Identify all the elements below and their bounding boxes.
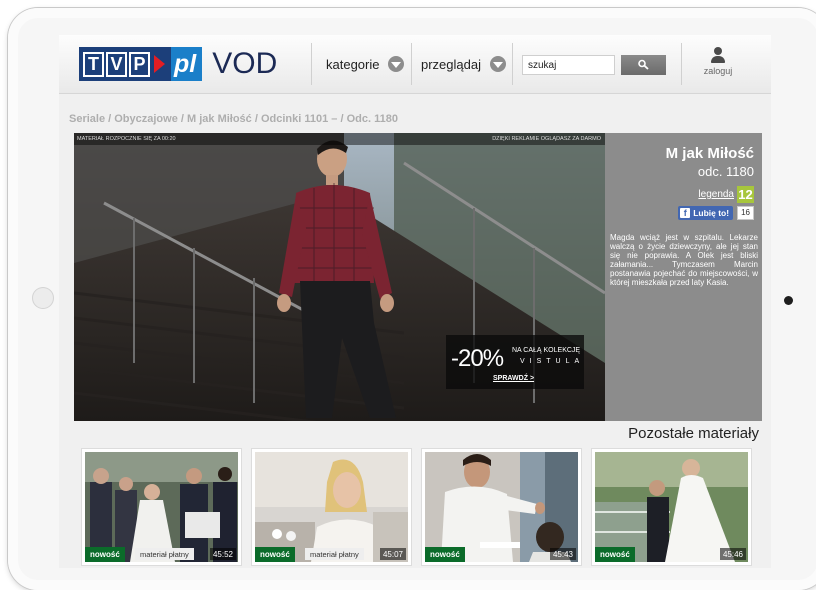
material-card[interactable]: nowość 45:46 <box>591 448 752 566</box>
facebook-like: f Lubię to! 16 <box>678 206 754 220</box>
like-count: 16 <box>737 206 754 220</box>
camera-dot <box>784 296 793 305</box>
duration-label: 45:43 <box>549 548 576 560</box>
ad-banner[interactable]: -20% NA CAŁĄ KOLEKCJĘ VISTULA SPRAWDŹ > <box>446 335 584 389</box>
episode-description: Magda wciąż jest w szpitalu. Lekarze wal… <box>610 233 758 287</box>
nav-categories-label: kategorie <box>326 56 380 72</box>
facebook-icon: f <box>680 208 691 218</box>
duration-label: 45:07 <box>379 548 406 560</box>
ad-cta-link[interactable]: SPRAWDŹ > <box>493 375 534 382</box>
new-badge: nowość <box>255 547 295 562</box>
nav-categories[interactable]: kategorie <box>326 35 405 93</box>
ad-discount: -20% <box>451 345 504 372</box>
legend-link[interactable]: legenda <box>698 189 734 200</box>
new-badge: nowość <box>85 547 125 562</box>
tvp-vod-logo[interactable]: T V P pl VOD <box>79 45 277 83</box>
logo-letter-p: P <box>129 51 150 77</box>
top-bar: T V P pl VOD kategorie przeglądaj szukaj… <box>59 35 771 94</box>
chevron-down-icon <box>490 56 506 72</box>
login-label: zaloguj <box>703 66 733 76</box>
search-icon <box>637 59 649 70</box>
age-rating-badge: 12 <box>737 186 754 203</box>
search-button[interactable] <box>621 55 666 75</box>
material-card[interactable]: nowość materiał płatny 45:52 <box>81 448 242 566</box>
user-icon-body <box>711 56 725 63</box>
logo-letter-v: V <box>106 51 127 77</box>
facebook-like-button[interactable]: f Lubię to! <box>678 206 734 220</box>
nav-browse[interactable]: przeglądaj <box>421 35 506 93</box>
logo-tvp: T V P <box>79 47 171 81</box>
material-thumbnail: nowość 45:46 <box>595 452 748 562</box>
logo-vod: VOD <box>212 47 278 80</box>
ad-headline: NA CAŁĄ KOLEKCJĘ <box>512 347 581 354</box>
material-thumbnail: nowość materiał płatny 45:52 <box>85 452 238 562</box>
ad-countdown: MATERIAŁ ROZPOCZNIE SIĘ ZA 00:20 <box>77 136 176 142</box>
nav-divider <box>681 43 682 85</box>
episode-title: M jak Miłość <box>665 145 754 162</box>
nav-browse-label: przeglądaj <box>421 56 481 72</box>
search-input[interactable] <box>522 55 615 75</box>
paid-badge: materiał płatny <box>135 548 194 560</box>
play-icon <box>154 55 165 73</box>
logo-pl: pl <box>171 47 203 81</box>
material-card[interactable]: nowość 45:43 <box>421 448 582 566</box>
nav-divider <box>512 43 513 85</box>
paid-badge: materiał płatny <box>305 548 364 560</box>
more-materials-list: nowość materiał płatny 45:52 nowość mate… <box>81 445 761 568</box>
thumbnail-image <box>255 452 408 562</box>
more-materials-title: Pozostałe materiały <box>628 425 759 442</box>
thumbnail-image <box>85 452 238 562</box>
material-card[interactable]: nowość materiał płatny 45:07 <box>251 448 412 566</box>
duration-label: 45:46 <box>719 548 746 560</box>
login-button[interactable]: zaloguj <box>697 43 739 85</box>
duration-label: 45:52 <box>209 548 236 560</box>
app-screen: T V P pl VOD kategorie przeglądaj szukaj… <box>59 35 771 568</box>
thumbnail-image <box>595 452 748 562</box>
nav-divider <box>311 43 312 85</box>
logo-letter-t: T <box>83 51 104 77</box>
video-player[interactable]: MATERIAŁ ROZPOCZNIE SIĘ ZA 00:20 DZIĘKI … <box>74 133 605 421</box>
new-badge: nowość <box>595 547 635 562</box>
episode-info-panel: M jak Miłość odc. 1180 legenda 12 f Lubi… <box>605 133 762 421</box>
ad-notice: DZIĘKI REKLAMIE OGLĄDASZ ZA DARMO <box>492 136 601 142</box>
new-badge: nowość <box>425 547 465 562</box>
material-thumbnail: nowość materiał płatny 45:07 <box>255 452 408 562</box>
episode-number: odc. 1180 <box>697 164 754 179</box>
home-button[interactable] <box>32 287 54 309</box>
breadcrumb[interactable]: Seriale / Obyczajowe / M jak Miłość / Od… <box>69 113 398 125</box>
like-label: Lubię to! <box>693 208 730 218</box>
ad-brand: VISTULA <box>520 358 585 365</box>
user-icon <box>714 47 722 55</box>
thumbnail-image <box>425 452 578 562</box>
age-rating-row: legenda 12 <box>698 186 754 203</box>
ad-info-bar: MATERIAŁ ROZPOCZNIE SIĘ ZA 00:20 DZIĘKI … <box>74 133 605 145</box>
nav-divider <box>411 43 412 85</box>
material-thumbnail: nowość 45:43 <box>425 452 578 562</box>
chevron-down-icon <box>388 56 405 72</box>
